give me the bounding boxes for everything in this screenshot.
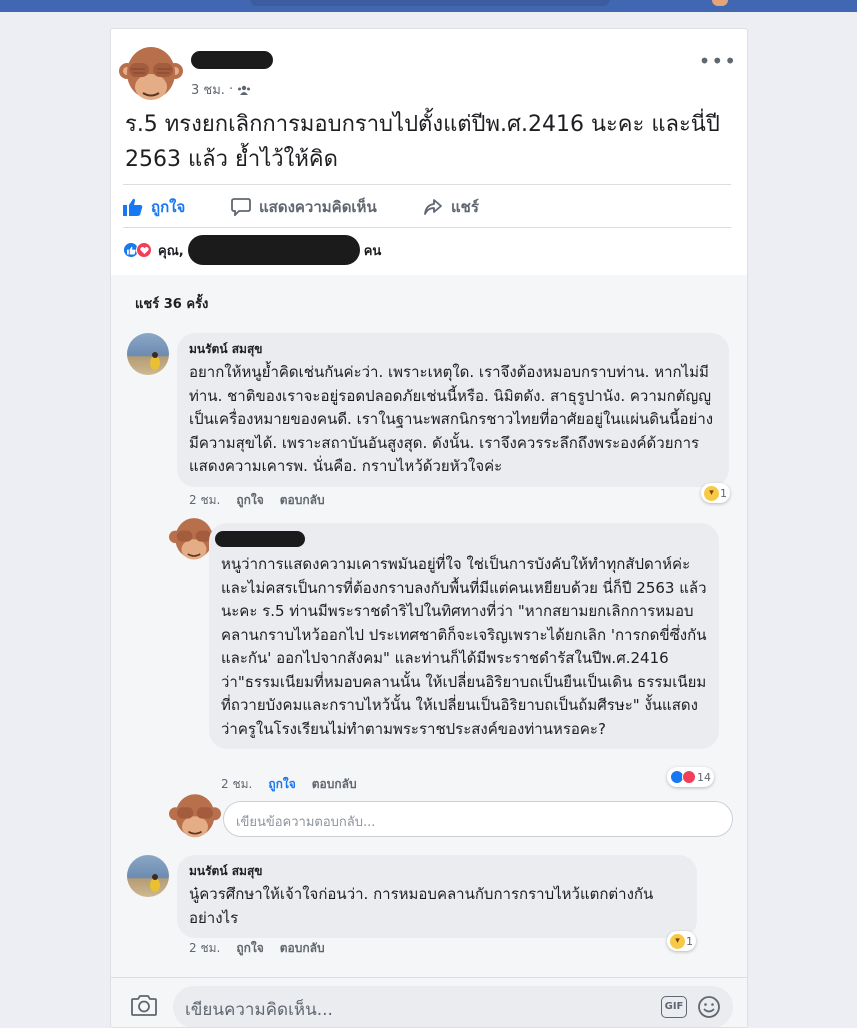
- reply-reactions[interactable]: 14: [667, 767, 714, 787]
- reactors-names: [187, 235, 360, 265]
- divider: [123, 227, 731, 228]
- comments-section: แชร์ 36 ครั้ง มนรัตน์ สมสุข อยากให้หนูย้…: [111, 275, 747, 1027]
- like-label: ถูกใจ: [151, 198, 186, 216]
- comment-like-link[interactable]: ถูกใจ: [236, 939, 263, 958]
- post-action-bar: ถูกใจ แสดงความคิดเห็น แชร์: [123, 189, 733, 225]
- comment-author[interactable]: มนรัตน์ สมสุข: [189, 341, 717, 357]
- comment-placeholder: เขียนความคิดเห็น...: [185, 1000, 333, 1020]
- gif-button[interactable]: GIF: [661, 996, 687, 1018]
- share-arrow-icon: [424, 199, 442, 215]
- reply-author[interactable]: [215, 531, 305, 547]
- reaction-count: 1: [686, 934, 693, 948]
- post-time[interactable]: 3 ชม.: [191, 79, 225, 100]
- comment-label: แสดงความคิดเห็น: [259, 198, 377, 216]
- haha-icon: ▾: [670, 933, 685, 949]
- reactors-prefix: คุณ,: [158, 243, 184, 259]
- haha-icon: ▾: [704, 485, 719, 501]
- top-nav-bar: [0, 0, 857, 12]
- commenter-avatar[interactable]: [127, 333, 169, 375]
- comment-author[interactable]: มนรัตน์ สมสุข: [189, 863, 685, 879]
- comment-reactions[interactable]: ▾ 1: [701, 483, 730, 503]
- search-bar[interactable]: [250, 0, 610, 6]
- divider: [123, 184, 731, 185]
- like-button[interactable]: ถูกใจ: [123, 189, 185, 225]
- reply-time[interactable]: 2 ชม.: [221, 775, 252, 794]
- post-timestamp[interactable]: 3 ชม. ·: [191, 79, 251, 100]
- reply-reply-link[interactable]: ตอบกลับ: [312, 775, 357, 794]
- reaction-count: 1: [720, 486, 727, 500]
- see-no-evil-monkey-avatar: [169, 794, 221, 838]
- comment-time[interactable]: 2 ชม.: [189, 491, 220, 510]
- share-label: แชร์: [451, 198, 479, 216]
- reaction-count: 14: [697, 770, 711, 784]
- commenter-avatar[interactable]: [127, 855, 169, 897]
- comment-time[interactable]: 2 ชม.: [189, 939, 220, 958]
- comment-meta: 2 ชม. ถูกใจ ตอบกลับ: [189, 939, 325, 958]
- comment-bubble-icon: [231, 198, 251, 216]
- comment-text: นู๋ควรศึกษาให้เจ้าใจก่อนว่า. การหมอบคลาน…: [189, 885, 654, 927]
- camera-icon[interactable]: [131, 994, 157, 1016]
- comment-button[interactable]: แสดงความคิดเห็น: [231, 189, 377, 225]
- reactors-suffix: คน: [363, 243, 382, 259]
- post-author-name[interactable]: [191, 51, 273, 69]
- comment-bubble: มนรัตน์ สมสุข อยากให้หนูย้ำคิดเช่นกันค่ะ…: [177, 333, 729, 487]
- share-button[interactable]: แชร์: [423, 189, 479, 225]
- smiley-icon[interactable]: [697, 995, 721, 1019]
- comment-input[interactable]: เขียนความคิดเห็น... GIF: [173, 986, 733, 1027]
- reply-meta: 2 ชม. ถูกใจ ตอบกลับ: [221, 775, 357, 794]
- comment-bubble: มนรัตน์ สมสุข นู๋ควรศึกษาให้เจ้าใจก่อนว่…: [177, 855, 697, 938]
- comment-like-link[interactable]: ถูกใจ: [236, 491, 263, 510]
- reactions-summary[interactable]: คุณ, คน: [123, 235, 381, 265]
- post-card: 3 ชม. · ••• ร.5 ทรงยกเลิกการมอบกราบไปตั้…: [110, 28, 748, 1028]
- notification-badge: [712, 0, 728, 6]
- reply-text: หนูว่าการแสดงความเคารพมันอยู่ที่ใจ ใช่เป…: [221, 555, 707, 738]
- reply-input[interactable]: เขียนข้อความตอบกลับ...: [223, 801, 733, 837]
- share-count[interactable]: แชร์ 36 ครั้ง: [135, 293, 208, 314]
- love-icon: [136, 242, 152, 258]
- comment-reactions[interactable]: ▾ 1: [667, 931, 696, 951]
- see-no-evil-monkey-avatar[interactable]: [119, 43, 183, 107]
- comment-reply-link[interactable]: ตอบกลับ: [280, 491, 325, 510]
- comment-text: อยากให้หนูย้ำคิดเช่นกันค่ะว่า. เพราะเหตุ…: [189, 363, 714, 475]
- dot-separator: ·: [228, 82, 234, 97]
- compose-comment-bar: เขียนความคิดเห็น... GIF: [111, 977, 747, 1027]
- comment-reply-link[interactable]: ตอบกลับ: [280, 939, 325, 958]
- post-text: ร.5 ทรงยกเลิกการมอบกราบไปตั้งแต่ปีพ.ศ.24…: [125, 112, 720, 172]
- thumbs-up-icon: [123, 198, 143, 216]
- more-options-button[interactable]: •••: [699, 51, 737, 71]
- love-icon: [682, 770, 696, 784]
- reply-bubble: หนูว่าการแสดงความเคารพมันอยู่ที่ใจ ใช่เป…: [209, 523, 719, 749]
- comment-meta: 2 ชม. ถูกใจ ตอบกลับ: [189, 491, 325, 510]
- friends-icon: [238, 85, 251, 95]
- reply-like-link[interactable]: ถูกใจ: [268, 775, 295, 794]
